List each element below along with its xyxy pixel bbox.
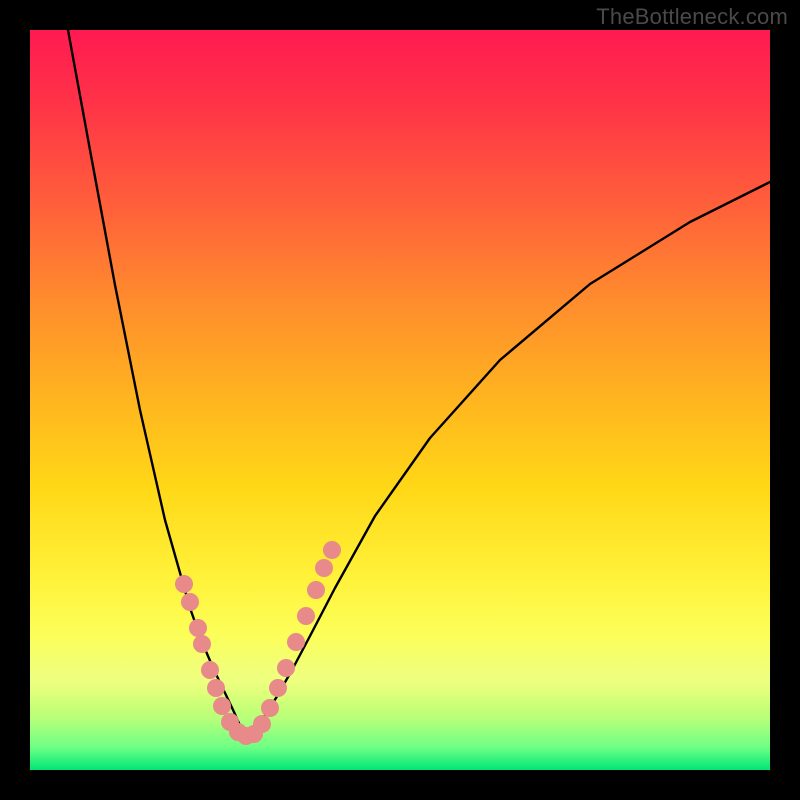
marker-dot — [201, 661, 219, 679]
marker-dot — [261, 699, 279, 717]
marker-dot — [181, 593, 199, 611]
plot-area — [30, 30, 770, 770]
marker-dot — [269, 679, 287, 697]
marker-dot — [277, 659, 295, 677]
series-left-branch — [68, 30, 242, 730]
marker-dot — [175, 575, 193, 593]
series-right-branch — [250, 182, 770, 735]
marker-dot — [287, 633, 305, 651]
watermark-text: TheBottleneck.com — [596, 4, 788, 30]
marker-dot — [213, 697, 231, 715]
marker-dot — [297, 607, 315, 625]
marker-dot — [307, 581, 325, 599]
line-series-group — [68, 30, 770, 735]
chart-overlay — [30, 30, 770, 770]
marker-dot — [207, 679, 225, 697]
marker-dot — [315, 559, 333, 577]
marker-dot — [193, 635, 211, 653]
marker-dot — [189, 619, 207, 637]
marker-dot — [253, 715, 271, 733]
chart-frame: TheBottleneck.com — [0, 0, 800, 800]
marker-dot — [323, 541, 341, 559]
marker-group — [175, 541, 341, 745]
